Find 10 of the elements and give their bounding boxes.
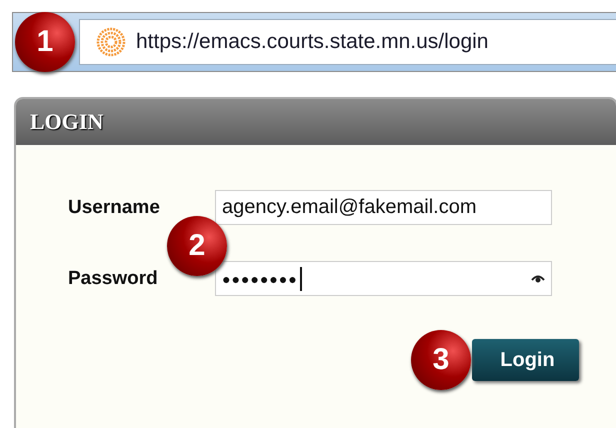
eye-icon[interactable] <box>531 274 545 284</box>
url-field[interactable]: https://emacs.courts.state.mn.us/login <box>79 19 616 65</box>
url-text: https://emacs.courts.state.mn.us/login <box>136 30 488 54</box>
password-field[interactable]: ●●●●●●●● <box>215 261 552 296</box>
field-label: Username <box>68 196 161 218</box>
site-icon <box>96 27 126 57</box>
panel-title: LOGIN <box>30 109 104 135</box>
login-button[interactable]: Login <box>472 339 579 381</box>
username-field[interactable]: agency.email@fakemail.com <box>215 190 552 225</box>
field-label: Password <box>68 268 159 290</box>
